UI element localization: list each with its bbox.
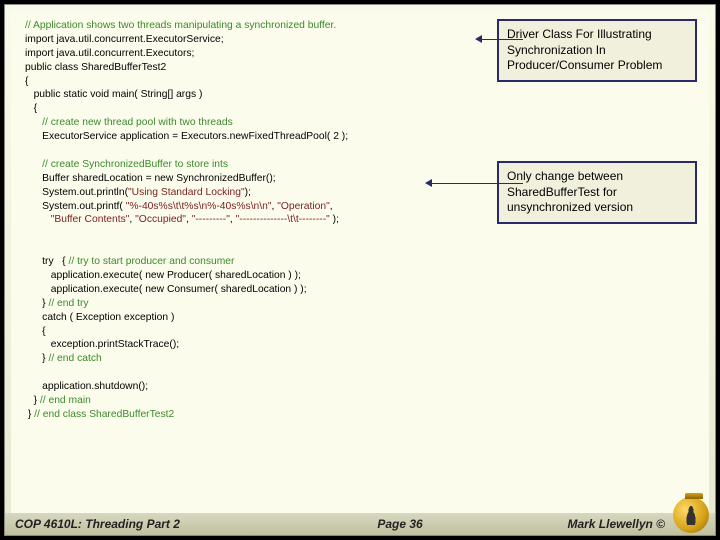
code-line: exception.printStackTrace(); <box>25 339 179 350</box>
string: "Occupied" <box>135 214 186 225</box>
code-line: System.out.printf( <box>25 201 126 212</box>
code-line: public static void main( String[] args ) <box>25 89 202 100</box>
code-line: { <box>25 326 46 337</box>
arrow-head-icon <box>475 35 482 43</box>
callout-only-change: Only change between SharedBufferTest for… <box>497 161 697 224</box>
comment: // try to start producer and consumer <box>69 256 235 267</box>
code-line: application.execute( new Producer( share… <box>25 270 301 281</box>
footer-course: COP 4610L: Threading Part 2 <box>5 517 245 531</box>
string: "--------------\t\t--------" <box>236 214 330 225</box>
code-line: application.shutdown(); <box>25 381 148 392</box>
code-line: import java.util.concurrent.Executors; <box>25 48 194 59</box>
content-area: // Application shows two threads manipul… <box>11 11 709 513</box>
logo-tab <box>685 493 703 499</box>
callout-driver-class: Driver Class For Illustrating Synchroniz… <box>497 19 697 82</box>
arrow-line <box>481 39 523 40</box>
code-line: { <box>25 103 37 114</box>
code-line: , <box>330 201 333 212</box>
pegasus-icon <box>684 505 698 525</box>
code-line: } <box>25 353 48 364</box>
code-line: { <box>25 76 28 87</box>
string: "Buffer Contents" <box>51 214 130 225</box>
code-line: import java.util.concurrent.ExecutorServ… <box>25 34 224 45</box>
string: "Operation" <box>277 201 330 212</box>
code-line: ); <box>330 214 339 225</box>
comment: // Application shows two threads manipul… <box>25 20 336 31</box>
code-line: ExecutorService application = Executors.… <box>25 131 348 142</box>
code-line: System.out.println( <box>25 187 128 198</box>
code-line: Buffer sharedLocation = new Synchronized… <box>25 173 276 184</box>
comment: // create new thread pool with two threa… <box>25 117 233 128</box>
code-line: catch ( Exception exception ) <box>25 312 174 323</box>
arrow-line <box>431 183 523 184</box>
ucf-logo-icon <box>673 497 709 533</box>
code-line: try { <box>25 256 69 267</box>
code-line: } <box>25 409 34 420</box>
code-line: public class SharedBufferTest2 <box>25 62 166 73</box>
footer-page: Page 36 <box>245 517 555 531</box>
code-line <box>25 214 51 225</box>
comment: // create SynchronizedBuffer to store in… <box>25 159 228 170</box>
slide: // Application shows two threads manipul… <box>4 4 716 536</box>
code-line: ); <box>245 187 251 198</box>
comment: // end main <box>40 395 91 406</box>
footer-bar: COP 4610L: Threading Part 2 Page 36 Mark… <box>5 513 715 535</box>
code-line: application.execute( new Consumer( share… <box>25 284 307 295</box>
comment: // end class SharedBufferTest2 <box>34 409 174 420</box>
string: "%-40s%s\t\t%s\n%-40s%s\n\n" <box>126 201 272 212</box>
comment: // end try <box>48 298 88 309</box>
arrow-head-icon <box>425 179 432 187</box>
string: "Using Standard Locking" <box>128 187 245 198</box>
code-line: } <box>25 298 48 309</box>
comment: // end catch <box>48 353 101 364</box>
code-line: } <box>25 395 40 406</box>
string: "---------" <box>192 214 230 225</box>
